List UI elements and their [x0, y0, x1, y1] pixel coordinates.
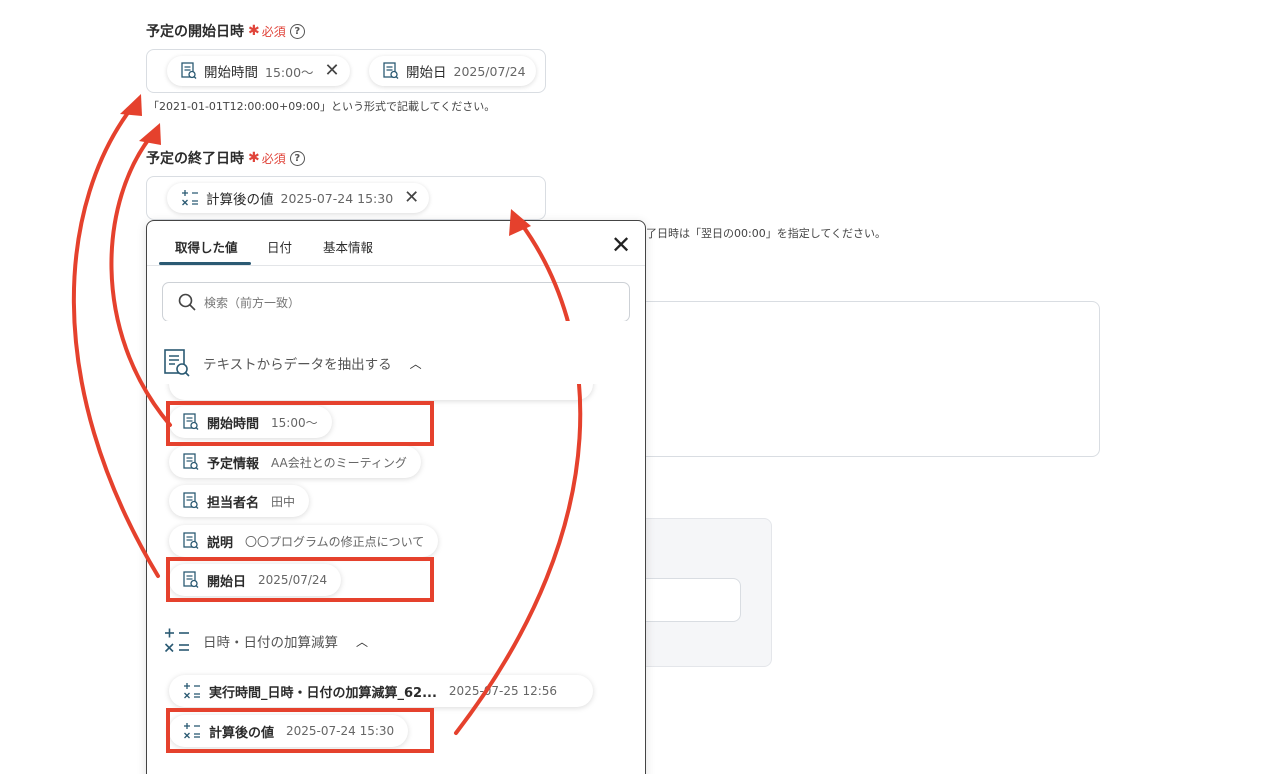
- arrow-start-date: [71, 104, 160, 578]
- chevron-up-icon[interactable]: ︿: [410, 355, 422, 372]
- arrow-calculated-value: [454, 220, 583, 735]
- annotation-arrows: [71, 94, 583, 735]
- section-title: テキストからデータを抽出する: [203, 357, 392, 373]
- arrowhead-start-time: [139, 123, 161, 145]
- arrowhead-start-date: [120, 94, 142, 116]
- text-extract-icon: [164, 349, 190, 377]
- section-text-extract-overlay[interactable]: テキストからデータを抽出する ︿: [163, 348, 422, 378]
